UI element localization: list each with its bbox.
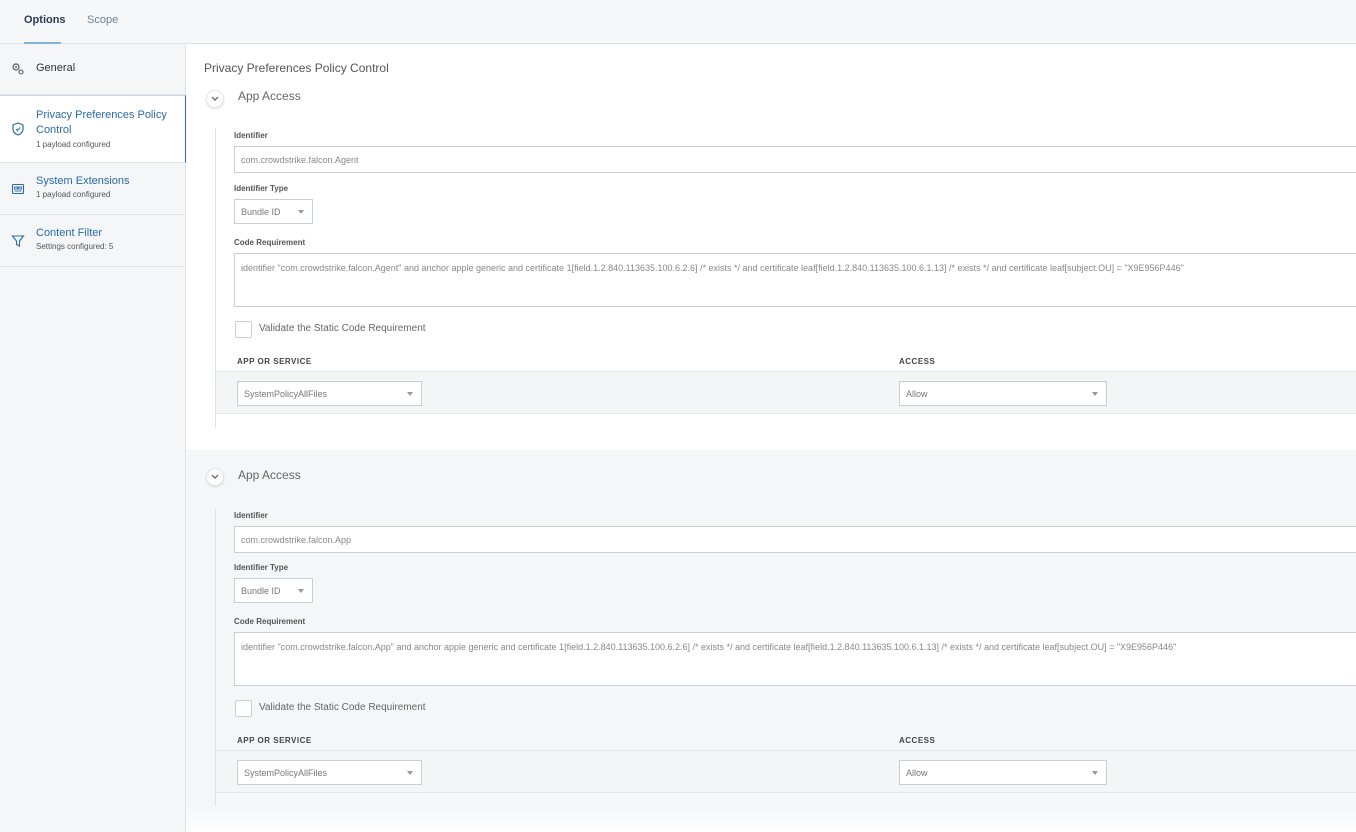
validate-checkbox[interactable] bbox=[235, 700, 252, 717]
validate-label: Validate the Static Code Requirement bbox=[259, 323, 426, 334]
access-select[interactable]: Allow bbox=[899, 381, 1107, 406]
sidebar-item-label: Content Filter bbox=[36, 227, 103, 239]
select-value: SystemPolicyAllFiles bbox=[244, 389, 328, 399]
chevron-down-icon bbox=[211, 96, 219, 101]
table-row: SystemPolicyAllFiles Allow bbox=[216, 750, 1356, 793]
select-value: Bundle ID bbox=[241, 586, 281, 596]
identifier-input[interactable]: com.crowdstrike.falcon.App bbox=[234, 526, 1356, 553]
select-value: Allow bbox=[906, 768, 928, 778]
caret-down-icon bbox=[407, 392, 413, 396]
collapse-toggle[interactable] bbox=[206, 468, 224, 486]
tab-options[interactable]: Options bbox=[24, 14, 66, 26]
select-value: Bundle ID bbox=[241, 207, 281, 217]
sidebar-item-subtext: 1 payload configured bbox=[36, 190, 111, 199]
sidebar-item-content-filter[interactable]: Content Filter Settings configured: 5 bbox=[0, 215, 185, 267]
bottom-fade bbox=[186, 806, 1356, 832]
collapse-toggle[interactable] bbox=[206, 90, 224, 108]
column-header-access: ACCESS bbox=[899, 736, 936, 745]
code-requirement-textarea[interactable]: identifier "com.crowdstrike.falcon.App" … bbox=[234, 632, 1356, 686]
validate-checkbox[interactable] bbox=[235, 321, 252, 338]
top-tab-bar: Options Scope bbox=[0, 0, 1356, 44]
sidebar-item-subtext: 1 payload configured bbox=[36, 140, 111, 149]
caret-down-icon bbox=[1092, 392, 1098, 396]
group-title: App Access bbox=[238, 89, 301, 103]
extensions-icon bbox=[11, 183, 25, 195]
code-requirement-textarea[interactable]: identifier "com.crowdstrike.falcon.Agent… bbox=[234, 253, 1356, 307]
sidebar-item-privacy[interactable]: Privacy Preferences Policy Control 1 pay… bbox=[0, 95, 186, 163]
sidebar-item-general[interactable]: General bbox=[0, 44, 185, 95]
caret-down-icon bbox=[298, 210, 304, 214]
caret-down-icon bbox=[298, 589, 304, 593]
sidebar-item-subtext: Settings configured: 5 bbox=[36, 242, 114, 251]
app-service-select[interactable]: SystemPolicyAllFiles bbox=[237, 381, 422, 406]
table-row: SystemPolicyAllFiles Allow bbox=[216, 371, 1356, 414]
chevron-down-icon bbox=[211, 474, 219, 479]
select-value: SystemPolicyAllFiles bbox=[244, 768, 328, 778]
app-access-group: App Access Identifier com.crowdstrike.fa… bbox=[186, 450, 1356, 832]
caret-down-icon bbox=[1092, 771, 1098, 775]
select-value: Allow bbox=[906, 389, 928, 399]
sidebar: General Privacy Preferences Policy Contr… bbox=[0, 44, 186, 832]
sidebar-item-label: General bbox=[36, 62, 76, 74]
column-header-app-service: APP OR SERVICE bbox=[237, 736, 312, 745]
filter-icon bbox=[11, 235, 25, 247]
column-header-access: ACCESS bbox=[899, 357, 936, 366]
sidebar-item-label: System Extensions bbox=[36, 175, 130, 187]
gear-icon bbox=[12, 63, 24, 75]
validate-label: Validate the Static Code Requirement bbox=[259, 702, 426, 713]
app-access-group: Privacy Preferences Policy Control App A… bbox=[186, 44, 1356, 450]
caret-down-icon bbox=[407, 771, 413, 775]
identifier-type-label: Identifier Type bbox=[234, 184, 289, 193]
sidebar-item-system-extensions[interactable]: System Extensions 1 payload configured bbox=[0, 163, 185, 215]
group-title: App Access bbox=[238, 468, 301, 482]
code-requirement-label: Code Requirement bbox=[234, 238, 306, 247]
column-header-app-service: APP OR SERVICE bbox=[237, 357, 312, 366]
main-content: Privacy Preferences Policy Control App A… bbox=[186, 44, 1356, 832]
access-select[interactable]: Allow bbox=[899, 760, 1107, 785]
identifier-type-label: Identifier Type bbox=[234, 563, 289, 572]
code-requirement-label: Code Requirement bbox=[234, 617, 306, 626]
sidebar-item-label: Privacy Preferences Policy Control bbox=[36, 109, 167, 136]
page-title: Privacy Preferences Policy Control bbox=[204, 61, 389, 75]
identifier-label: Identifier bbox=[234, 511, 268, 520]
identifier-input[interactable]: com.crowdstrike.falcon.Agent bbox=[234, 146, 1356, 173]
tab-scope[interactable]: Scope bbox=[87, 14, 118, 26]
identifier-label: Identifier bbox=[234, 131, 268, 140]
identifier-type-select[interactable]: Bundle ID bbox=[234, 578, 313, 603]
identifier-type-select[interactable]: Bundle ID bbox=[234, 199, 313, 224]
app-service-select[interactable]: SystemPolicyAllFiles bbox=[237, 760, 422, 785]
shield-icon bbox=[12, 122, 24, 136]
